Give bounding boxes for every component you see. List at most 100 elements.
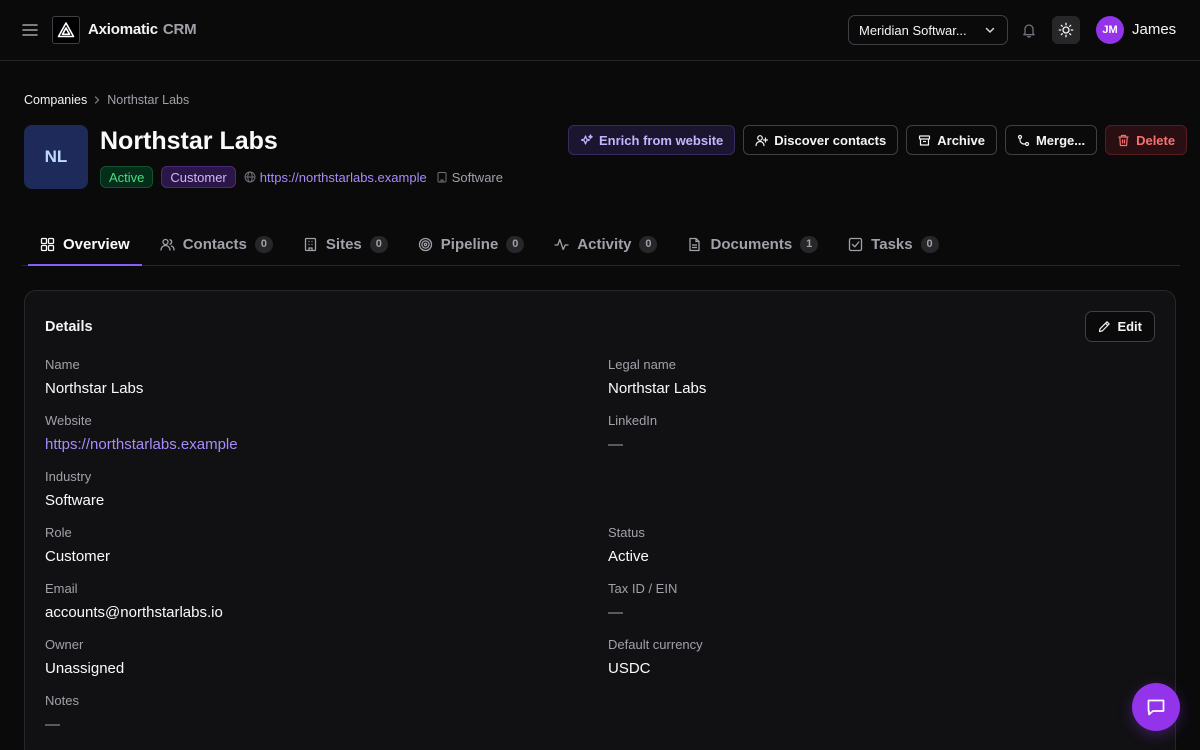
field-label: Legal name — [608, 357, 676, 372]
tab-tasks-label: Tasks — [871, 235, 913, 253]
top-bar: Axiomatic CRM Meridian Softwar... JM Jame… — [0, 0, 1200, 61]
brand-name: Axiomatic — [88, 21, 158, 38]
target-icon — [418, 237, 433, 252]
sparkles-icon — [580, 133, 593, 147]
chevron-down-icon — [983, 23, 997, 37]
tab-sites-label: Sites — [325, 235, 362, 253]
chat-bubble-icon — [1145, 696, 1167, 718]
field-label: LinkedIn — [608, 413, 658, 428]
field-label: Notes — [45, 693, 79, 708]
chat-button[interactable] — [1132, 683, 1180, 731]
field-industry: Industry Software — [45, 469, 104, 509]
field-label: Role — [45, 525, 72, 540]
role-badge: Customer — [161, 166, 236, 188]
building-icon — [303, 237, 318, 252]
field-value: USDC — [608, 660, 651, 677]
enrich-label: Enrich from website — [599, 132, 724, 148]
field-label: Default currency — [608, 637, 703, 652]
field-label: Email — [45, 581, 78, 596]
field-value: Customer — [45, 548, 111, 565]
field-value: Active — [608, 548, 649, 565]
details-card: Details Edit Name Northstar Labs Website… — [24, 290, 1176, 750]
user-plus-icon — [755, 134, 769, 147]
company-actions: Enrich from website Discover contacts Ar… — [568, 125, 1188, 155]
notifications-bell-icon[interactable] — [1021, 22, 1037, 38]
hamburger-menu-icon[interactable] — [20, 20, 40, 40]
enrich-button[interactable]: Enrich from website — [568, 125, 736, 155]
status-badge: Active — [100, 166, 154, 188]
tab-activity[interactable]: Activity 0 — [536, 223, 669, 265]
website-link[interactable]: https://northstarlabs.example — [45, 436, 238, 453]
file-icon — [687, 237, 702, 252]
archive-icon — [918, 134, 931, 147]
field-label: Website — [45, 413, 92, 428]
field-role: Role Customer — [45, 525, 110, 565]
company-website-link[interactable]: https://northstarlabs.example — [260, 170, 427, 185]
theme-toggle-button[interactable] — [1052, 16, 1080, 44]
field-owner: Owner Unassigned — [45, 637, 124, 677]
company-meta: Active Customer https://northstarlabs.ex… — [100, 166, 503, 188]
breadcrumb: Companies Northstar Labs — [24, 93, 189, 107]
field-email: Email accounts@northstarlabs.io — [45, 581, 223, 621]
app-logo-icon[interactable] — [52, 16, 80, 44]
tab-sites[interactable]: Sites 0 — [285, 223, 400, 265]
tab-contacts-label: Contacts — [182, 235, 247, 253]
field-value: accounts@northstarlabs.io — [45, 604, 223, 621]
page-title: Northstar Labs — [100, 127, 278, 155]
field-value: — — [45, 716, 60, 733]
field-name: Name Northstar Labs — [45, 357, 143, 397]
tab-overview[interactable]: Overview — [22, 223, 142, 266]
field-notes: Notes — — [45, 693, 79, 733]
brand-sub: CRM — [162, 21, 197, 38]
tab-overview-label: Overview — [63, 235, 130, 253]
app-brand[interactable]: Axiomatic CRM — [88, 21, 197, 38]
field-value: Northstar Labs — [608, 380, 707, 397]
field-linkedin: LinkedIn — — [608, 413, 657, 453]
user-name[interactable]: James — [1132, 21, 1176, 38]
workspace-label: Meridian Softwar... — [859, 22, 967, 38]
tab-contacts-count: 0 — [254, 235, 273, 253]
delete-button[interactable]: Delete — [1105, 125, 1188, 155]
tab-documents-label: Documents — [710, 235, 793, 253]
tab-pipeline-count: 0 — [506, 235, 525, 253]
tab-contacts[interactable]: Contacts 0 — [142, 223, 285, 265]
tab-tasks-count: 0 — [920, 235, 939, 253]
breadcrumb-companies-link[interactable]: Companies — [24, 93, 87, 107]
field-label: Name — [45, 357, 80, 372]
git-merge-icon — [1017, 134, 1030, 147]
building-icon — [436, 171, 448, 183]
delete-label: Delete — [1136, 132, 1176, 148]
field-value: — — [608, 604, 623, 621]
field-label: Status — [608, 525, 645, 540]
pencil-icon — [1098, 320, 1111, 333]
edit-button[interactable]: Edit — [1085, 311, 1155, 342]
tab-documents[interactable]: Documents 1 — [669, 223, 830, 265]
merge-label: Merge... — [1035, 132, 1086, 148]
discover-contacts-button[interactable]: Discover contacts — [743, 125, 899, 155]
archive-button[interactable]: Archive — [906, 125, 997, 155]
company-industry: Software — [451, 169, 503, 185]
company-avatar: NL — [24, 125, 88, 189]
activity-icon — [554, 237, 569, 252]
field-label: Industry — [45, 469, 92, 484]
globe-icon — [244, 171, 256, 183]
field-value: Northstar Labs — [45, 380, 144, 397]
tab-bar: Overview Contacts 0 Sites 0 Pipeline 0 A… — [22, 223, 1180, 266]
merge-button[interactable]: Merge... — [1004, 125, 1098, 155]
tab-pipeline[interactable]: Pipeline 0 — [400, 223, 537, 265]
archive-label: Archive — [937, 132, 985, 148]
checkbox-icon — [848, 237, 863, 252]
field-website: Website https://northstarlabs.example — [45, 413, 238, 453]
sun-icon — [1058, 22, 1074, 38]
tab-activity-label: Activity — [577, 235, 632, 253]
field-default-currency: Default currency USDC — [608, 637, 703, 677]
workspace-selector[interactable]: Meridian Softwar... — [848, 15, 1008, 45]
field-label: Owner — [45, 637, 84, 652]
tab-tasks[interactable]: Tasks 0 — [830, 223, 950, 265]
edit-label: Edit — [1117, 319, 1142, 334]
user-avatar[interactable]: JM — [1096, 16, 1124, 44]
trash-icon — [1117, 134, 1130, 147]
field-label: Tax ID / EIN — [608, 581, 678, 596]
field-value: Software — [45, 492, 105, 509]
users-icon — [160, 237, 175, 252]
